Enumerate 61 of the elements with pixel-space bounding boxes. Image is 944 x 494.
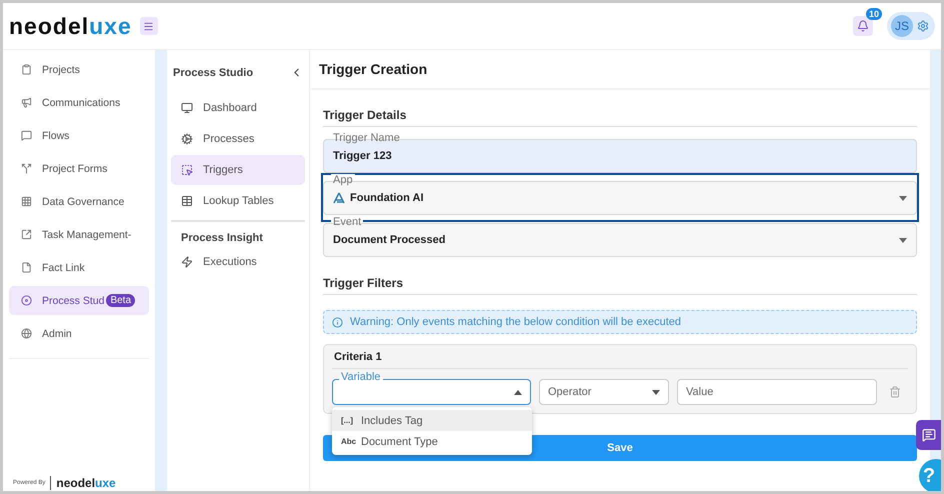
variable-select[interactable]: [332, 379, 531, 405]
nav-item[interactable]: Triggers: [171, 155, 305, 185]
sidebar-item[interactable]: Admin: [9, 319, 149, 348]
caret-icon: [899, 238, 907, 242]
clipboard-icon: [21, 64, 32, 75]
section-title: Trigger Details: [323, 108, 917, 127]
avatar: JS: [891, 15, 913, 37]
external-link-icon: [21, 229, 32, 240]
caret-icon: [899, 196, 907, 200]
sidebar-item[interactable]: Fact Link: [9, 253, 149, 282]
table-icon: [181, 195, 193, 207]
section-title: Trigger Filters: [323, 276, 917, 295]
info-icon: [332, 316, 343, 328]
split-icon: [21, 163, 32, 174]
globe-icon: [21, 328, 32, 339]
nav-item[interactable]: Processes: [171, 124, 305, 154]
file-icon: [21, 262, 32, 273]
operator-select[interactable]: Operator: [539, 379, 669, 405]
monitor-icon: [181, 102, 193, 114]
cog-icon: [181, 133, 193, 145]
type-glyph: [...]: [341, 416, 354, 425]
section-heading: Process Insight: [180, 231, 264, 246]
menu-option[interactable]: [...] Includes Tag: [332, 410, 532, 431]
logo: neodeluxe: [9, 12, 132, 40]
criteria-title: Criteria 1: [332, 351, 908, 369]
sidebar-item[interactable]: Task Management-: [9, 220, 149, 249]
menu-option[interactable]: Abc Document Type: [332, 431, 532, 452]
menu-button[interactable]: [140, 17, 158, 35]
footer-logo: neodeluxe: [50, 476, 116, 490]
sidebar-item[interactable]: Project Forms: [9, 154, 149, 183]
notification-count: 10: [866, 8, 882, 20]
chat-button[interactable]: [916, 420, 941, 450]
sidebar-item[interactable]: Flows: [9, 121, 149, 150]
chat-icon: [922, 428, 936, 442]
message-icon: [21, 130, 32, 141]
beta-badge: Beta: [106, 294, 136, 307]
notifications-button[interactable]: [853, 16, 873, 36]
nav-item[interactable]: Dashboard: [171, 93, 305, 123]
sidebar-item[interactable]: Data Governance: [9, 187, 149, 216]
lightning-icon: [181, 256, 193, 268]
caret-icon: [652, 390, 660, 394]
panel-title: Process Studio: [173, 66, 254, 78]
megaphone-icon: [21, 97, 32, 108]
page-title: Trigger Creation: [310, 50, 930, 90]
type-glyph: Abc: [341, 437, 355, 446]
app-logo-icon: [333, 192, 345, 204]
grid-icon: [21, 196, 32, 207]
field-label: Variable: [339, 371, 383, 383]
pointer-square-icon: [181, 164, 193, 176]
sidebar-item[interactable]: Process Stud Beta: [9, 286, 149, 315]
nav-item[interactable]: Lookup Tables: [171, 186, 305, 216]
disc-icon: [21, 295, 32, 306]
settings-icon: [917, 20, 929, 32]
sidebar-item[interactable]: Communications: [9, 88, 149, 117]
value-field[interactable]: Value: [677, 379, 877, 405]
sidebar-item[interactable]: Projects: [9, 55, 149, 84]
menu-icon: [143, 20, 154, 32]
caret-icon: [514, 390, 522, 394]
warning-text: Warning: Only events matching the below condition will be executed: [350, 316, 681, 328]
bell-icon: [857, 20, 869, 32]
nav-item[interactable]: Executions: [171, 247, 305, 277]
